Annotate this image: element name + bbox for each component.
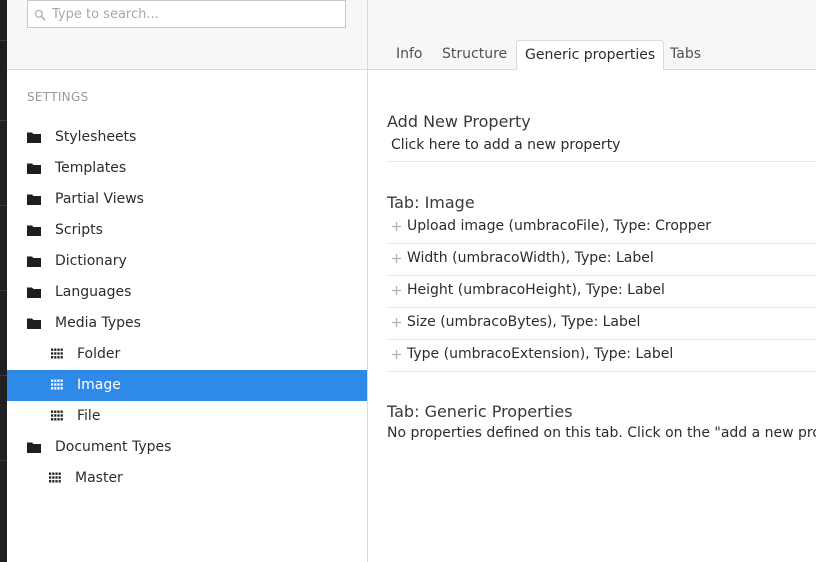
property-label: Height (umbracoHeight), Type: Label bbox=[407, 282, 665, 298]
folder-icon bbox=[27, 442, 41, 453]
property-row[interactable]: Height (umbracoHeight), Type: Label bbox=[387, 276, 816, 308]
add-property-row[interactable]: Click here to add a new property bbox=[387, 132, 816, 162]
drag-handle-icon[interactable] bbox=[392, 222, 401, 231]
tree-item-folder[interactable]: Folder bbox=[7, 339, 367, 370]
search-icon bbox=[34, 9, 46, 21]
drag-handle-icon[interactable] bbox=[392, 286, 401, 295]
grid-icon bbox=[49, 472, 61, 483]
property-row[interactable]: Type (umbracoExtension), Type: Label bbox=[387, 340, 816, 372]
tab-image-heading: Tab: Image bbox=[387, 193, 475, 212]
tree-item-label: File bbox=[77, 408, 101, 424]
tree-item-label: Document Types bbox=[55, 439, 172, 455]
property-label: Width (umbracoWidth), Type: Label bbox=[407, 250, 654, 266]
tree-item-label: Stylesheets bbox=[55, 129, 137, 145]
app-sidebar-strip bbox=[0, 0, 7, 562]
tree-item-label: Media Types bbox=[55, 315, 141, 331]
settings-tree-panel: SETTINGS Stylesheets Templates Partial Vie… bbox=[7, 0, 368, 562]
tree-item-partial-views[interactable]: Partial Views bbox=[7, 184, 367, 215]
search-input[interactable] bbox=[52, 5, 332, 23]
property-row[interactable]: Upload image (umbracoFile), Type: Croppe… bbox=[387, 212, 816, 244]
generic-properties-heading: Tab: Generic Properties bbox=[387, 402, 573, 421]
add-property-link[interactable]: Click here to add a new property bbox=[391, 137, 620, 153]
tree-item-label: Folder bbox=[77, 346, 121, 362]
property-row[interactable]: Width (umbracoWidth), Type: Label bbox=[387, 244, 816, 276]
property-row[interactable]: Size (umbracoBytes), Type: Label bbox=[387, 308, 816, 340]
grid-icon bbox=[51, 348, 63, 359]
folder-icon bbox=[27, 132, 41, 143]
tree-item-label: Master bbox=[75, 470, 123, 486]
tree-item-label: Languages bbox=[55, 284, 132, 300]
folder-icon bbox=[27, 225, 41, 236]
tree-item-templates[interactable]: Templates bbox=[7, 153, 367, 184]
content-area: Info Structure Generic properties Tabs A… bbox=[368, 0, 816, 562]
add-property-heading: Add New Property bbox=[387, 112, 531, 131]
tree-item-label: Partial Views bbox=[55, 191, 144, 207]
folder-icon bbox=[27, 287, 41, 298]
tree-item-label: Dictionary bbox=[55, 253, 127, 269]
tab-generic-properties[interactable]: Generic properties bbox=[516, 40, 665, 70]
tree-item-image[interactable]: Image bbox=[7, 370, 367, 401]
folder-icon bbox=[27, 318, 41, 329]
tree-item-media-types[interactable]: Media Types bbox=[7, 308, 367, 339]
tree-item-document-types[interactable]: Document Types bbox=[7, 432, 367, 463]
tree-item-dictionary[interactable]: Dictionary bbox=[7, 246, 367, 277]
tree-header bbox=[7, 0, 367, 70]
grid-icon bbox=[51, 410, 63, 421]
settings-section-title: SETTINGS bbox=[27, 90, 89, 104]
tab-tabs[interactable]: Tabs bbox=[662, 40, 709, 69]
property-label: Upload image (umbracoFile), Type: Croppe… bbox=[407, 218, 712, 234]
tree-item-stylesheets[interactable]: Stylesheets bbox=[7, 122, 367, 153]
tree-item-languages[interactable]: Languages bbox=[7, 277, 367, 308]
tab-info[interactable]: Info bbox=[388, 40, 431, 69]
grid-icon bbox=[51, 379, 63, 390]
property-label: Size (umbracoBytes), Type: Label bbox=[407, 314, 641, 330]
folder-icon bbox=[27, 163, 41, 174]
generic-properties-note: No properties defined on this tab. Click… bbox=[387, 425, 816, 441]
drag-handle-icon[interactable] bbox=[392, 350, 401, 359]
drag-handle-icon[interactable] bbox=[392, 318, 401, 327]
folder-icon bbox=[27, 256, 41, 267]
drag-handle-icon[interactable] bbox=[392, 254, 401, 263]
property-label: Type (umbracoExtension), Type: Label bbox=[407, 346, 674, 362]
tree-item-master[interactable]: Master bbox=[7, 463, 367, 494]
content-header: Info Structure Generic properties Tabs bbox=[368, 0, 816, 70]
tree-item-label: Templates bbox=[55, 160, 127, 176]
tree-item-label: Image bbox=[77, 377, 121, 393]
search-box[interactable] bbox=[27, 0, 346, 28]
tree-item-file[interactable]: File bbox=[7, 401, 367, 432]
tree-item-scripts[interactable]: Scripts bbox=[7, 215, 367, 246]
tree-item-label: Scripts bbox=[55, 222, 103, 238]
tab-structure[interactable]: Structure bbox=[434, 40, 515, 69]
folder-icon bbox=[27, 194, 41, 205]
umbraco-settings-screen: SETTINGS Stylesheets Templates Partial Vie… bbox=[0, 0, 816, 562]
